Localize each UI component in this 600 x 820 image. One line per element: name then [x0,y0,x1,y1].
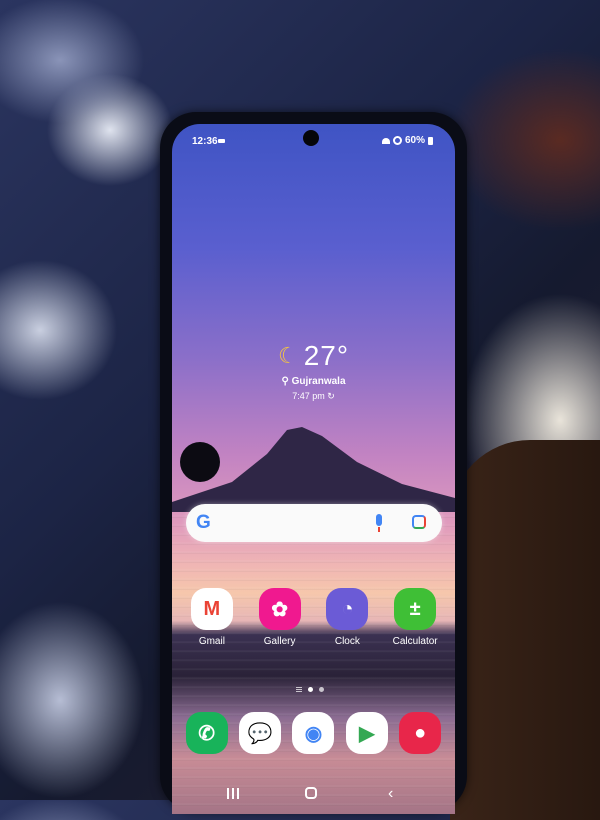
app-label: Gmail [198,636,225,647]
app-clock[interactable]: ◔ Clock [319,588,375,647]
dock: ✆ 💬 ◉ ▶ ● [172,712,455,754]
home-screen: 12:36 60% ☾ 27° ⚲ Gujranwala 7:47 pm ↻ G… [172,124,455,814]
app-row: M Gmail ✿ Gallery ◔ Clock ± Calculator [172,588,455,647]
clock-icon: ◔ [326,588,369,630]
page-dot-active [308,687,313,692]
mic-icon[interactable] [376,514,382,532]
wallpaper-water [172,509,455,809]
weather-widget[interactable]: ☾ 27° ⚲ Gujranwala 7:47 pm ↻ [172,340,455,402]
app-label: Calculator [392,636,438,647]
refresh-icon[interactable]: ↻ [327,391,335,401]
navigation-bar: ‹ [172,780,455,810]
page-indicator[interactable] [296,687,324,692]
app-gmail[interactable]: M Gmail [184,588,240,647]
status-time: 12:36 [192,136,218,147]
google-search-bar[interactable]: G [186,504,442,542]
updated-time: 7:47 pm [292,391,325,401]
location: Gujranwala [291,376,346,387]
gallery-icon: ✿ [258,588,301,630]
calculator-icon: ± [394,588,437,630]
temperature: 27° [303,340,350,371]
location-pin-icon: ⚲ [281,376,292,387]
wifi-icon [381,137,390,144]
hand [450,440,600,820]
messages-icon[interactable]: 💬 [239,712,282,754]
home-button[interactable] [305,787,317,799]
battery-percent: 60% [404,135,425,146]
gmail-icon: M [190,588,233,630]
app-label: Clock [334,636,360,647]
chrome-icon[interactable]: ◉ [292,712,335,754]
camera-icon[interactable]: ● [399,712,442,754]
battery-icon [428,136,433,145]
notification-icon [218,139,225,143]
lens-icon[interactable] [412,515,426,529]
play-store-icon[interactable]: ▶ [345,712,388,754]
data-saver-icon [392,136,402,145]
front-camera [303,130,319,146]
phone-icon[interactable]: ✆ [185,712,228,754]
recents-button[interactable] [227,788,239,799]
google-logo-icon: G [196,512,211,533]
page-dot [319,687,324,692]
moon-icon: ☾ [277,343,298,368]
app-calculator[interactable]: ± Calculator [387,588,443,647]
app-label: Gallery [263,636,296,647]
screen-smudge [180,442,220,482]
app-gallery[interactable]: ✿ Gallery [252,588,308,647]
status-bar: 12:36 60% [172,124,455,154]
page-dot-menu [296,687,302,692]
